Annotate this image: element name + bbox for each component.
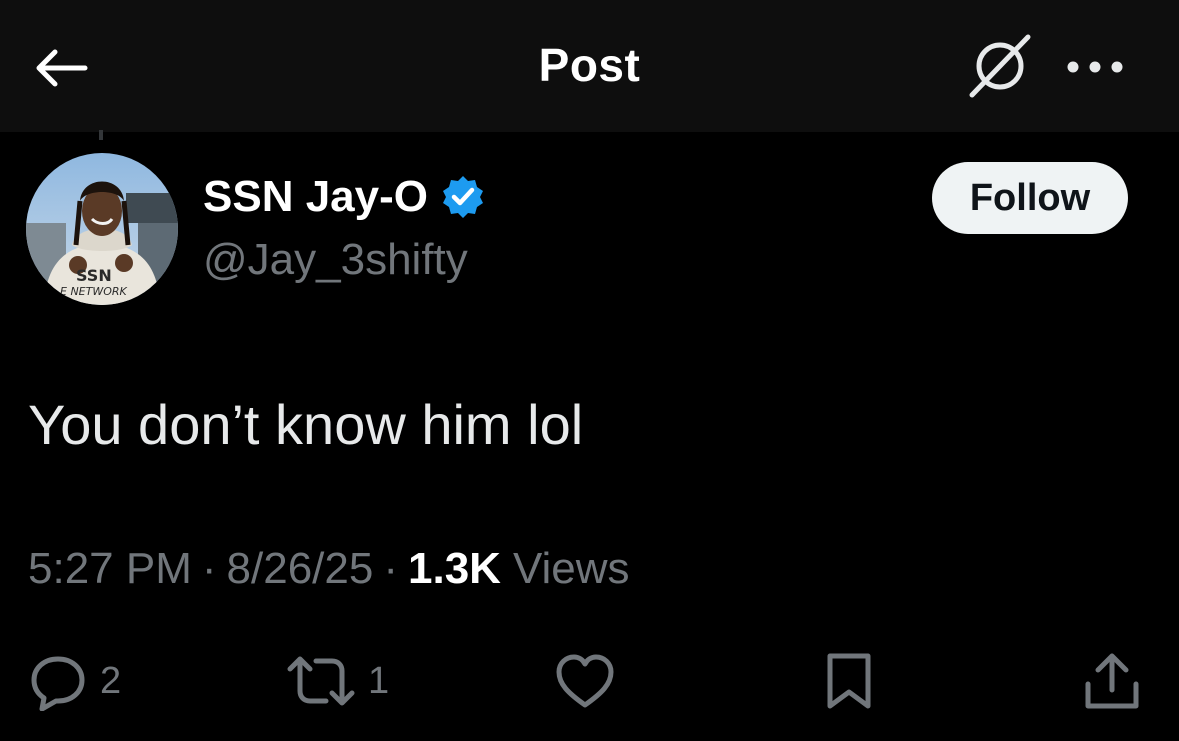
- reply-count: 2: [100, 659, 122, 702]
- svg-text:E NETWORK: E NETWORK: [60, 285, 128, 298]
- grok-icon: [969, 34, 1031, 98]
- post-text: You don’t know him lol: [28, 393, 584, 456]
- repost-count: 1: [368, 659, 390, 702]
- post-time[interactable]: 5:27 PM: [28, 544, 192, 594]
- verified-badge-icon: [442, 176, 483, 218]
- display-name[interactable]: SSN Jay-O: [203, 170, 486, 224]
- post-meta: 5:27 PM · 8/26/25 · 1.3K Views: [28, 544, 630, 594]
- views-label[interactable]: Views: [513, 544, 630, 594]
- thread-connector: [99, 130, 103, 140]
- bookmark-button[interactable]: [822, 648, 876, 714]
- share-icon: [1082, 650, 1142, 712]
- views-count[interactable]: 1.3K: [408, 544, 501, 594]
- heart-icon: [554, 651, 616, 711]
- avatar-image: SSN E NETWORK: [26, 153, 178, 305]
- repost-icon: [286, 651, 356, 711]
- user-handle[interactable]: @Jay_3shifty: [203, 235, 468, 285]
- share-button[interactable]: [1082, 648, 1142, 714]
- post-date[interactable]: 8/26/25: [227, 544, 374, 594]
- more-horizontal-icon: [1067, 61, 1123, 73]
- reply-button[interactable]: 2: [28, 648, 121, 714]
- bookmark-icon: [822, 650, 876, 712]
- display-name-text: SSN Jay-O: [203, 172, 428, 221]
- meta-separator: ·: [383, 544, 398, 593]
- repost-button[interactable]: 1: [286, 648, 389, 714]
- grok-button[interactable]: [960, 30, 1038, 102]
- reply-icon: [28, 651, 88, 711]
- avatar[interactable]: SSN E NETWORK: [26, 153, 178, 305]
- follow-button[interactable]: Follow: [932, 162, 1128, 234]
- like-button[interactable]: [554, 648, 616, 714]
- top-bar: Post: [0, 0, 1179, 132]
- meta-separator: ·: [201, 544, 217, 593]
- svg-text:SSN: SSN: [76, 266, 112, 285]
- more-options-button[interactable]: [1058, 44, 1132, 90]
